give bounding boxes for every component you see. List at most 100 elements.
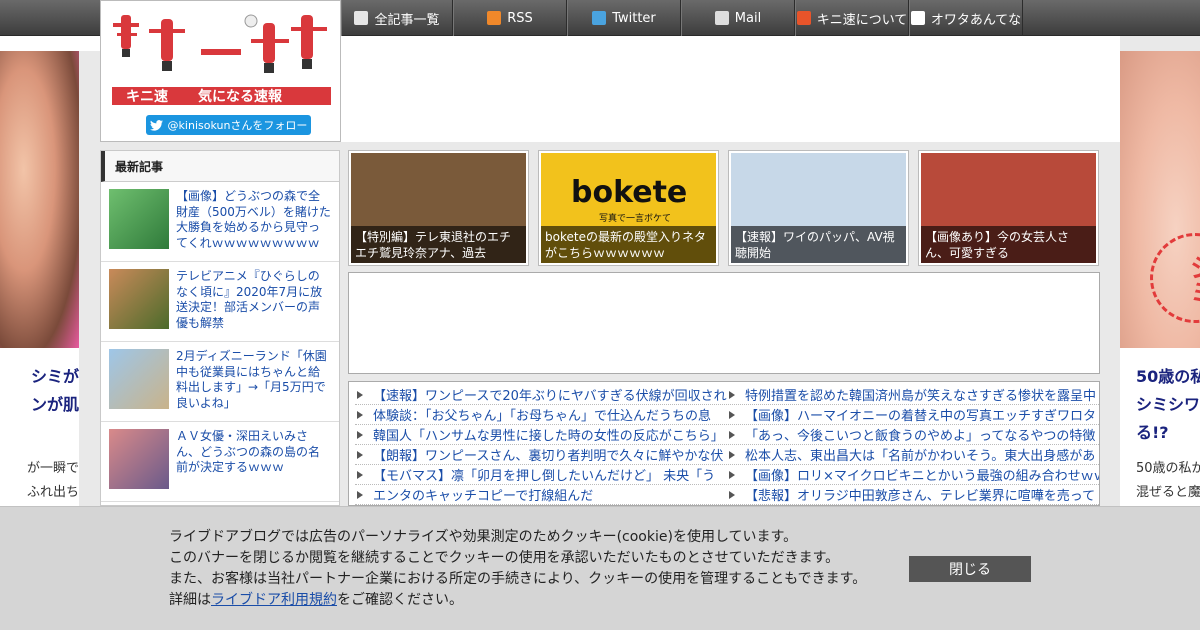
article-link[interactable]: 韓国人「ハンサムな男性に接した時の女性の反応がこちら」 xyxy=(355,425,727,444)
article-title-link[interactable]: 2月ディズニーランド「休園中も従業員にはちゃんと給料出します」→「月5万円で良い… xyxy=(176,349,331,414)
cookie-line: 詳細はライブドア利用規約をご確認ください。 xyxy=(169,590,866,611)
recent-article-item[interactable]: テレビアニメ『ひぐらしのなく頃に』2020年7月に放送決定！部活メンバーの声優も… xyxy=(101,262,339,342)
triangle-bullet-icon xyxy=(357,490,363,499)
article-title-link[interactable]: ＡＶ女優・深田えいみさん、どうぶつの森の島の名前が決定するｗｗｗ xyxy=(176,429,331,494)
featured-caption: 【速報】ワイのパッパ、AV視聴開始 xyxy=(731,226,906,263)
nav-item-2[interactable]: Twitter xyxy=(567,0,681,36)
recent-article-item[interactable]: 2月ディズニーランド「休園中も従業員にはちゃんと給料出します」→「月5万円で良い… xyxy=(101,342,339,422)
cookie-line: このバナーを閉じるか閲覧を継続することでクッキーの使用を承認いただいたものとさせ… xyxy=(169,550,840,566)
cookie-close-button[interactable]: 閉じる xyxy=(909,556,1031,582)
mail-icon xyxy=(714,11,729,25)
triangle-bullet-icon xyxy=(729,410,735,419)
article-link[interactable]: 【朗報】ワンピースさん、裏切り者判明で久々に鮮やかな伏 xyxy=(355,445,727,464)
follow-label: @kinisokunさんをフォロー xyxy=(167,119,308,132)
article-link-text: 【速報】ワンピースで20年ぶりにヤバすぎる伏線が回収され xyxy=(373,389,727,404)
nav-item-0[interactable]: 全記事一覧 xyxy=(341,0,453,36)
left-ad-title[interactable]: シミが ンが肌 xyxy=(0,363,79,419)
triangle-bullet-icon xyxy=(729,390,735,399)
featured-image: 【画像あり】今の女芸人さん、可愛すぎる xyxy=(921,153,1096,263)
featured-image: 【特別編】テレ東退社のエチエチ鷲見玲奈アナ、過去 xyxy=(351,153,526,263)
right-ad-title-line: シミシワ xyxy=(1136,395,1200,414)
article-link-text: 体験談：「お父ちゃん」「お母ちゃん」で仕込んだうちの息 xyxy=(373,409,712,424)
link-row: 【モバマス】凛「卯月を押し倒したいんだけど」 未央「う 【画像】ロリ×マイクロビキ… xyxy=(355,465,1099,485)
article-link-text: 韓国人「ハンサムな男性に接した時の女性の反応がこちら」 xyxy=(373,429,724,444)
logo-illustration-icon xyxy=(113,14,327,73)
left-ad-text: が一瞬で ふれ出ち xyxy=(0,457,79,505)
article-link[interactable]: 「あっ、今後こいつと飯食うのやめよ」ってなるやつの特徴 xyxy=(727,425,1099,444)
site-logo[interactable]: キニ速 気になる速報 @kinisokunさんをフォロー xyxy=(100,0,341,142)
featured-card[interactable]: 【画像あり】今の女芸人さん、可愛すぎる xyxy=(918,150,1099,266)
rss-icon xyxy=(487,11,502,25)
article-link-text: 【朗報】ワンピースさん、裏切り者判明で久々に鮮やかな伏 xyxy=(373,449,724,464)
header-left-spacer xyxy=(0,36,100,51)
link-row: エンタのキャッチコピーで打線組んだ 【悲報】オリラジ中田敦彦さん、テレビ業界に喧嘩… xyxy=(355,485,1099,505)
center-ad-slot xyxy=(348,272,1100,374)
article-title-link[interactable]: 【画像】どうぶつの森で全財産（500万ベル）を賭けた大勝負を始めるから見守ってく… xyxy=(176,189,331,254)
featured-caption: boketeの最新の殿堂入りネタがこちらｗｗｗｗｗｗ xyxy=(541,226,716,263)
triangle-bullet-icon xyxy=(357,450,363,459)
right-ad-text: 50歳の私が 混ぜると魔 xyxy=(1136,457,1200,505)
recent-articles-list: 【画像】どうぶつの森で全財産（500万ベル）を賭けた大勝負を始めるから見守ってく… xyxy=(101,182,339,502)
left-ad-title-line: シミが xyxy=(30,367,79,386)
nav-item-label: 全記事一覧 xyxy=(374,12,440,28)
triangle-bullet-icon xyxy=(729,450,735,459)
link-row: 韓国人「ハンサムな男性に接した時の女性の反応がこちら」 「あっ、今後こいつと飯食う… xyxy=(355,425,1099,445)
article-link-text: 【画像】ハーマイオニーの着替え中の写真エッチすぎワロタ xyxy=(745,409,1097,424)
cookie-message: ライブドアブログでは広告のパーソナライズや効果測定のためクッキー(cookie)… xyxy=(169,527,866,611)
triangle-bullet-icon xyxy=(729,430,735,439)
article-thumbnail xyxy=(109,349,169,409)
triangle-bullet-icon xyxy=(729,470,735,479)
kini-logo-icon xyxy=(796,11,811,25)
featured-card[interactable]: 【速報】ワイのパッパ、AV視聴開始 xyxy=(728,150,909,266)
nav-item-4[interactable]: キニ速について xyxy=(795,0,909,36)
nav-item-label: オワタあんてな xyxy=(930,12,1022,28)
article-link-text: 【悲報】オリラジ中田敦彦さん、テレビ業界に喧嘩を売って xyxy=(745,489,1096,504)
featured-caption: 【特別編】テレ東退社のエチエチ鷲見玲奈アナ、過去 xyxy=(351,226,526,263)
nav-item-5[interactable]: オワタあんてな xyxy=(909,0,1023,36)
triangle-bullet-icon xyxy=(357,470,363,479)
article-link[interactable]: 【速報】ワンピースで20年ぶりにヤバすぎる伏線が回収され xyxy=(355,385,727,404)
triangle-bullet-icon xyxy=(357,430,363,439)
recent-article-item[interactable]: 【画像】どうぶつの森で全財産（500万ベル）を賭けた大勝負を始めるから見守ってく… xyxy=(101,182,339,262)
nav-item-1[interactable]: RSS xyxy=(453,0,567,36)
recent-articles-panel: 最新記事 【画像】どうぶつの森で全財産（500万ベル）を賭けた大勝負を始めるから… xyxy=(100,150,340,506)
right-ad-text-line: 混ぜると魔 xyxy=(1136,485,1200,500)
featured-card[interactable]: bokete 写真で一言ボケて boketeの最新の殿堂入りネタがこちらｗｗｗｗｗｗ xyxy=(538,150,719,266)
article-link-text: エンタのキャッチコピーで打線組んだ xyxy=(373,489,594,504)
article-thumbnail xyxy=(109,189,169,249)
nav-item-label: Twitter xyxy=(612,10,656,26)
triangle-bullet-icon xyxy=(357,410,363,419)
article-link[interactable]: エンタのキャッチコピーで打線組んだ xyxy=(355,485,727,504)
right-ad-title[interactable]: 50歳の私 シミシワ る!? xyxy=(1136,363,1200,447)
featured-card[interactable]: 【特別編】テレ東退社のエチエチ鷲見玲奈アナ、過去 xyxy=(348,150,529,266)
article-link[interactable]: 体験談：「お父ちゃん」「お母ちゃん」で仕込んだうちの息 xyxy=(355,405,727,424)
article-link-text: 「あっ、今後こいつと飯食うのやめよ」ってなるやつの特徴 xyxy=(745,429,1096,444)
article-link[interactable]: 特例措置を認めた韓国済州島が笑えなさすぎる惨状を露呈中 xyxy=(727,385,1099,404)
cookie-line-suffix: をご確認ください。 xyxy=(337,592,463,608)
article-link[interactable]: 【モバマス】凛「卯月を押し倒したいんだけど」 未央「う xyxy=(355,465,727,484)
document-icon xyxy=(354,11,369,25)
article-link[interactable]: 【悲報】オリラジ中田敦彦さん、テレビ業界に喧嘩を売って xyxy=(727,485,1099,504)
right-ad-title-line: る!? xyxy=(1136,423,1169,442)
article-thumbnail xyxy=(109,429,169,489)
twitter-bird-icon xyxy=(149,119,163,131)
terms-link[interactable]: ライブドア利用規約 xyxy=(211,592,337,608)
logo-tagline: 気になる速報 xyxy=(198,89,282,105)
right-ad-circle-text: シミ xyxy=(1190,256,1200,308)
nav-item-3[interactable]: Mail xyxy=(681,0,795,36)
article-thumbnail xyxy=(109,269,169,329)
left-side-ad[interactable]: シミが ンが肌 が一瞬で ふれ出ち xyxy=(0,51,79,506)
logo-banner: キニ速 気になる速報 xyxy=(112,87,331,105)
article-title-link[interactable]: テレビアニメ『ひぐらしのなく頃に』2020年7月に放送決定！部活メンバーの声優も… xyxy=(176,269,331,334)
article-link-text: 【モバマス】凛「卯月を押し倒したいんだけど」 未央「う xyxy=(373,469,716,484)
article-link[interactable]: 松本人志、東出昌大は「名前がかわいそう。東大出身感があ xyxy=(727,445,1099,464)
right-side-ad[interactable]: シミ 50歳の私 シミシワ る!? 50歳の私が 混ぜると魔 xyxy=(1120,51,1200,506)
cookie-line: ライブドアブログでは広告のパーソナライズや効果測定のためクッキー(cookie)… xyxy=(169,529,798,545)
article-link[interactable]: 【画像】ロリ×マイクロビキニとかいう最強の組み合わせｗｗ xyxy=(727,465,1099,484)
recent-article-item[interactable]: ＡＶ女優・深田えいみさん、どうぶつの森の島の名前が決定するｗｗｗ xyxy=(101,422,339,502)
article-link-text: 【画像】ロリ×マイクロビキニとかいう最強の組み合わせｗｗ xyxy=(745,469,1099,484)
article-link[interactable]: 【画像】ハーマイオニーの着替え中の写真エッチすぎワロタ xyxy=(727,405,1099,424)
twitter-follow-button[interactable]: @kinisokunさんをフォロー xyxy=(146,115,311,135)
related-links-list: 【速報】ワンピースで20年ぶりにヤバすぎる伏線が回収され 特例措置を認めた韓国済州… xyxy=(348,381,1100,506)
article-link-text: 特例措置を認めた韓国済州島が笑えなさすぎる惨状を露呈中 xyxy=(745,389,1097,404)
